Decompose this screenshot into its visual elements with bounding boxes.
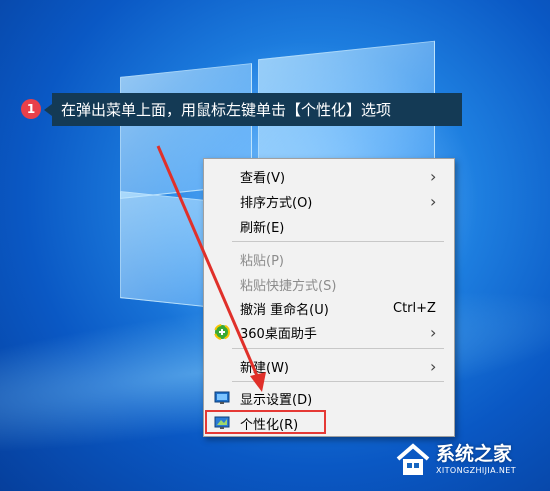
watermark-subtitle: XITONGZHIJIA.NET <box>436 466 516 475</box>
watermark-title: 系统之家 <box>436 443 513 465</box>
house-logo-icon <box>394 441 432 483</box>
site-watermark: 系统之家 XITONGZHIJIA.NET <box>392 435 542 487</box>
red-pointer-arrow <box>156 145 266 392</box>
